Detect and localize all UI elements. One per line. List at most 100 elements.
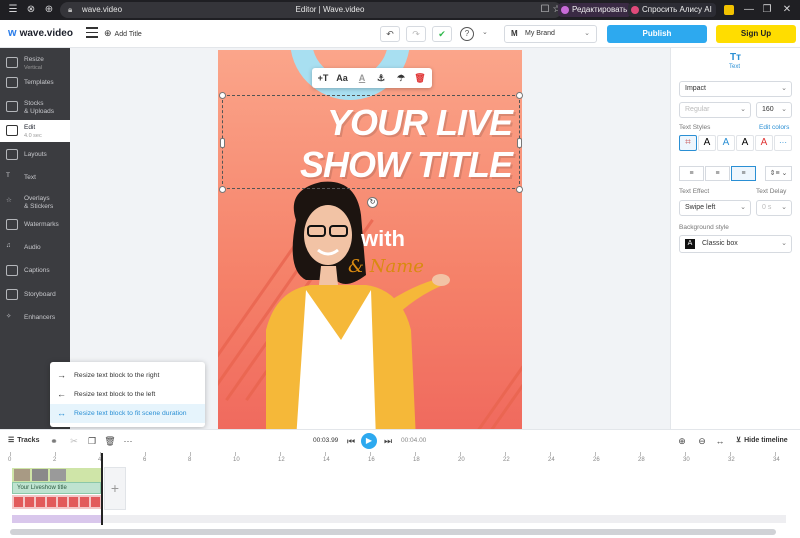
extension-icon[interactable] — [724, 5, 734, 15]
resize-fit-item[interactable]: ↔ Resize text block to fit scene duration — [50, 404, 205, 423]
tracks-button[interactable]: ☰ Tracks — [8, 436, 39, 444]
style-option-3[interactable]: A — [736, 135, 754, 151]
weight-select[interactable]: Regular ⌄ — [679, 102, 751, 118]
add-text-button[interactable]: +T — [316, 71, 330, 85]
empty-track — [101, 515, 786, 523]
align-center-button[interactable]: ≡ — [705, 166, 730, 181]
zoom-in-icon[interactable]: ⊕ — [676, 435, 688, 447]
timeline-scrollbar[interactable] — [10, 529, 776, 535]
rotate-handle[interactable]: ↻ — [367, 197, 378, 208]
font-select[interactable]: Impact ⌄ — [679, 81, 792, 97]
sidebar-item-watermarks[interactable]: Watermarks — [0, 214, 70, 236]
timeline-ruler[interactable]: 024681012141618202224262830323436 — [8, 452, 790, 466]
redo-button[interactable]: ↷ — [406, 26, 426, 42]
close-icon[interactable]: ✕ — [780, 3, 794, 17]
sidebar-item-label: Overlays — [24, 195, 50, 202]
menu-icon[interactable]: ☰ — [6, 3, 20, 17]
hide-timeline-button[interactable]: ⊻ Hide timeline — [736, 436, 788, 444]
audio-track[interactable] — [12, 515, 101, 523]
text-effect-select[interactable]: Swipe left ⌄ — [679, 200, 751, 216]
text-delay-select[interactable]: 0 s ⌄ — [756, 200, 792, 216]
skip-back-icon[interactable]: ⏮ — [345, 435, 357, 447]
ruler-tick-label: 34 — [773, 457, 780, 463]
sidebar-item-templates[interactable]: Templates — [0, 72, 70, 94]
text-track[interactable]: Your Liveshow title — [12, 482, 101, 494]
help-dropdown-icon[interactable]: ⌄ — [482, 28, 488, 36]
style-option-1[interactable]: A — [698, 135, 716, 151]
name-text[interactable]: & Name — [348, 256, 424, 277]
edit-colors-link[interactable]: Edit colors — [759, 124, 789, 131]
align-left-button[interactable]: ≡ — [679, 166, 704, 181]
style-option-none[interactable]: ⌗ — [679, 135, 697, 151]
hamburger-icon[interactable] — [86, 27, 98, 39]
sidebar-item-stocks[interactable]: Stocks & Uploads — [0, 96, 70, 118]
sidebar-item-sub: Vertical — [24, 65, 43, 71]
resize-handle-top-left[interactable] — [219, 92, 226, 99]
presenter-photo — [266, 181, 450, 429]
name-keyframe — [80, 497, 89, 507]
sidebar-item-resize[interactable]: Resize Vertical — [0, 52, 70, 74]
text-tab-icon[interactable]: Tт — [730, 52, 741, 63]
logo[interactable]: w wave.video — [8, 27, 73, 39]
more-icon[interactable]: ··· — [122, 435, 134, 447]
resize-handle-right[interactable] — [517, 138, 522, 148]
text-color-button[interactable]: A — [355, 71, 369, 85]
duplicate-icon[interactable]: ❐ — [86, 435, 98, 447]
bg-style-select[interactable]: A Classic box ⌄ — [679, 235, 792, 253]
weight-value: Regular — [685, 106, 710, 113]
font-button[interactable]: Aa — [335, 71, 349, 85]
play-button[interactable]: ▶ — [361, 433, 377, 449]
trash-icon[interactable]: 🗑︎ — [104, 435, 116, 447]
text-selection-box[interactable] — [222, 95, 520, 189]
sidebar-item-enhancers[interactable]: ✧ Enhancers — [0, 307, 70, 329]
resize-handle-left[interactable] — [220, 138, 225, 148]
resize-handle-bottom-left[interactable] — [219, 186, 226, 193]
size-select[interactable]: 160 ⌄ — [756, 102, 792, 118]
signup-button[interactable]: Sign Up — [716, 25, 796, 43]
maximize-icon[interactable]: ❐ — [760, 3, 774, 17]
style-option-2[interactable]: A — [717, 135, 735, 151]
resize-left-item[interactable]: ← Resize text block to the left — [50, 385, 205, 404]
sidebar-item-text[interactable]: T Text — [0, 167, 70, 189]
sidebar-item-captions[interactable]: Captions — [0, 260, 70, 282]
skip-forward-icon[interactable]: ⏭ — [382, 435, 394, 447]
more-styles-button[interactable]: ··· — [774, 135, 792, 151]
name-track[interactable] — [12, 495, 101, 509]
save-status-button[interactable]: ✔ — [432, 26, 452, 42]
resize-handle-bottom-right[interactable] — [516, 186, 523, 193]
back-icon[interactable]: ⊗ — [24, 3, 38, 17]
forward-icon[interactable]: ⊕ — [42, 3, 56, 17]
zoom-out-icon[interactable]: ⊖ — [696, 435, 708, 447]
add-scene-button[interactable]: + — [104, 467, 126, 510]
resize-handle-top-right[interactable] — [516, 92, 523, 99]
ruler-tick — [235, 452, 236, 456]
sidebar-item-overlays[interactable]: ☆ Overlays & Stickers — [0, 191, 70, 213]
anchor-icon[interactable]: ⚓︎ — [374, 71, 388, 85]
add-title-button[interactable]: ⊕ Add Title — [104, 28, 142, 39]
undo-button[interactable]: ↶ — [380, 26, 400, 42]
align-right-button[interactable]: ≡ — [731, 166, 756, 181]
split-icon[interactable]: ⚭ — [48, 435, 60, 447]
minimize-icon[interactable]: — — [742, 3, 756, 17]
text-tab-label[interactable]: Text — [729, 64, 740, 70]
delete-icon[interactable]: 🗑︎ — [413, 71, 427, 85]
alice-chip[interactable]: Спросить Алису AI — [628, 3, 716, 17]
brand-select[interactable]: M My Brand ⌄ — [504, 25, 597, 43]
resize-right-item[interactable]: → Resize text block to the right — [50, 366, 205, 385]
align-right-icon: ≡ — [741, 170, 746, 177]
sidebar-item-edit[interactable]: Edit 4.0 sec — [0, 120, 70, 142]
with-text[interactable]: with — [361, 226, 405, 252]
line-spacing-button[interactable]: ⇕≡ ⌄ — [765, 166, 792, 181]
style-option-4[interactable]: A — [755, 135, 773, 151]
sidebar-item-storyboard[interactable]: Storyboard — [0, 284, 70, 306]
media-track[interactable] — [12, 468, 101, 482]
help-button[interactable]: ? — [460, 27, 474, 41]
effect-icon[interactable]: ☂︎ — [394, 71, 408, 85]
edit-chip[interactable]: Редактировать — [558, 3, 632, 17]
fit-width-icon[interactable]: ↔ — [714, 435, 726, 447]
publish-button[interactable]: Publish — [607, 25, 707, 43]
playhead[interactable] — [101, 453, 103, 525]
cut-icon[interactable]: ✂ — [68, 435, 80, 447]
sidebar-item-audio[interactable]: ♫ Audio — [0, 237, 70, 259]
sidebar-item-layouts[interactable]: Layouts — [0, 144, 70, 166]
